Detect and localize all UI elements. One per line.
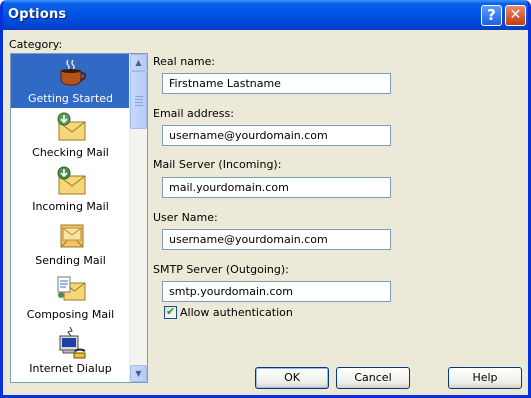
real-name-label: Real name: — [153, 55, 216, 68]
title-bar[interactable]: Options ? ✕ — [3, 0, 528, 30]
category-label: Category: — [9, 38, 63, 51]
category-item-getting-started[interactable]: Getting Started — [11, 54, 130, 108]
category-scrollbar[interactable]: ▲ ▼ — [129, 54, 147, 382]
email-address-label: Email address: — [153, 107, 234, 120]
mail-incoming-icon — [57, 166, 86, 195]
window-title: Options — [8, 7, 67, 22]
category-item-label: Getting Started — [11, 92, 130, 106]
mail-compose-icon — [57, 276, 86, 301]
close-button[interactable]: ✕ — [505, 5, 526, 26]
computer-phone-icon — [59, 327, 86, 359]
user-name-field[interactable]: username@yourdomain.com — [162, 229, 391, 250]
category-item-label: Incoming Mail — [32, 200, 109, 213]
user-name-label: User Name: — [153, 211, 218, 224]
category-item-composing-mail[interactable]: Composing Mail — [11, 270, 130, 324]
mail-check-icon — [57, 112, 86, 141]
incoming-server-label: Mail Server (Incoming): — [153, 158, 282, 171]
incoming-server-field[interactable]: mail.yourdomain.com — [162, 177, 391, 198]
scroll-up-button[interactable]: ▲ — [130, 54, 147, 71]
category-item-incoming-mail[interactable]: Incoming Mail — [11, 162, 130, 216]
category-item-label: Sending Mail — [35, 254, 106, 267]
email-address-field[interactable]: username@yourdomain.com — [162, 125, 391, 146]
category-item-label: Composing Mail — [26, 308, 115, 321]
ok-button[interactable]: OK — [255, 367, 329, 389]
real-name-field[interactable]: Firstname Lastname — [162, 73, 391, 94]
smtp-server-field[interactable]: smtp.yourdomain.com — [162, 281, 391, 302]
scroll-down-button[interactable]: ▼ — [130, 365, 147, 382]
smtp-server-label: SMTP Server (Outgoing): — [153, 263, 289, 276]
mail-sending-icon — [60, 224, 84, 248]
category-item-label: Checking Mail — [32, 146, 109, 159]
help-button[interactable]: Help — [448, 367, 522, 389]
category-item-internet-dialup[interactable]: Internet Dialup — [11, 324, 130, 378]
checkmark-icon: ✔ — [166, 305, 176, 318]
scroll-thumb[interactable] — [130, 71, 147, 129]
category-list[interactable]: Getting Started Checking Mail Incoming M… — [10, 53, 148, 383]
allow-authentication-checkbox[interactable]: ✔ — [164, 305, 177, 319]
options-dialog: Options ? ✕ Category: Getting Started Ch… — [0, 0, 531, 398]
allow-authentication-label[interactable]: Allow authentication — [180, 306, 293, 319]
category-item-label: Internet Dialup — [29, 362, 112, 375]
help-title-button[interactable]: ? — [481, 5, 502, 26]
category-item-sending-mail[interactable]: Sending Mail — [11, 216, 130, 270]
category-item-checking-mail[interactable]: Checking Mail — [11, 108, 130, 162]
cancel-button[interactable]: Cancel — [336, 367, 410, 389]
coffee-cup-icon — [60, 59, 87, 86]
